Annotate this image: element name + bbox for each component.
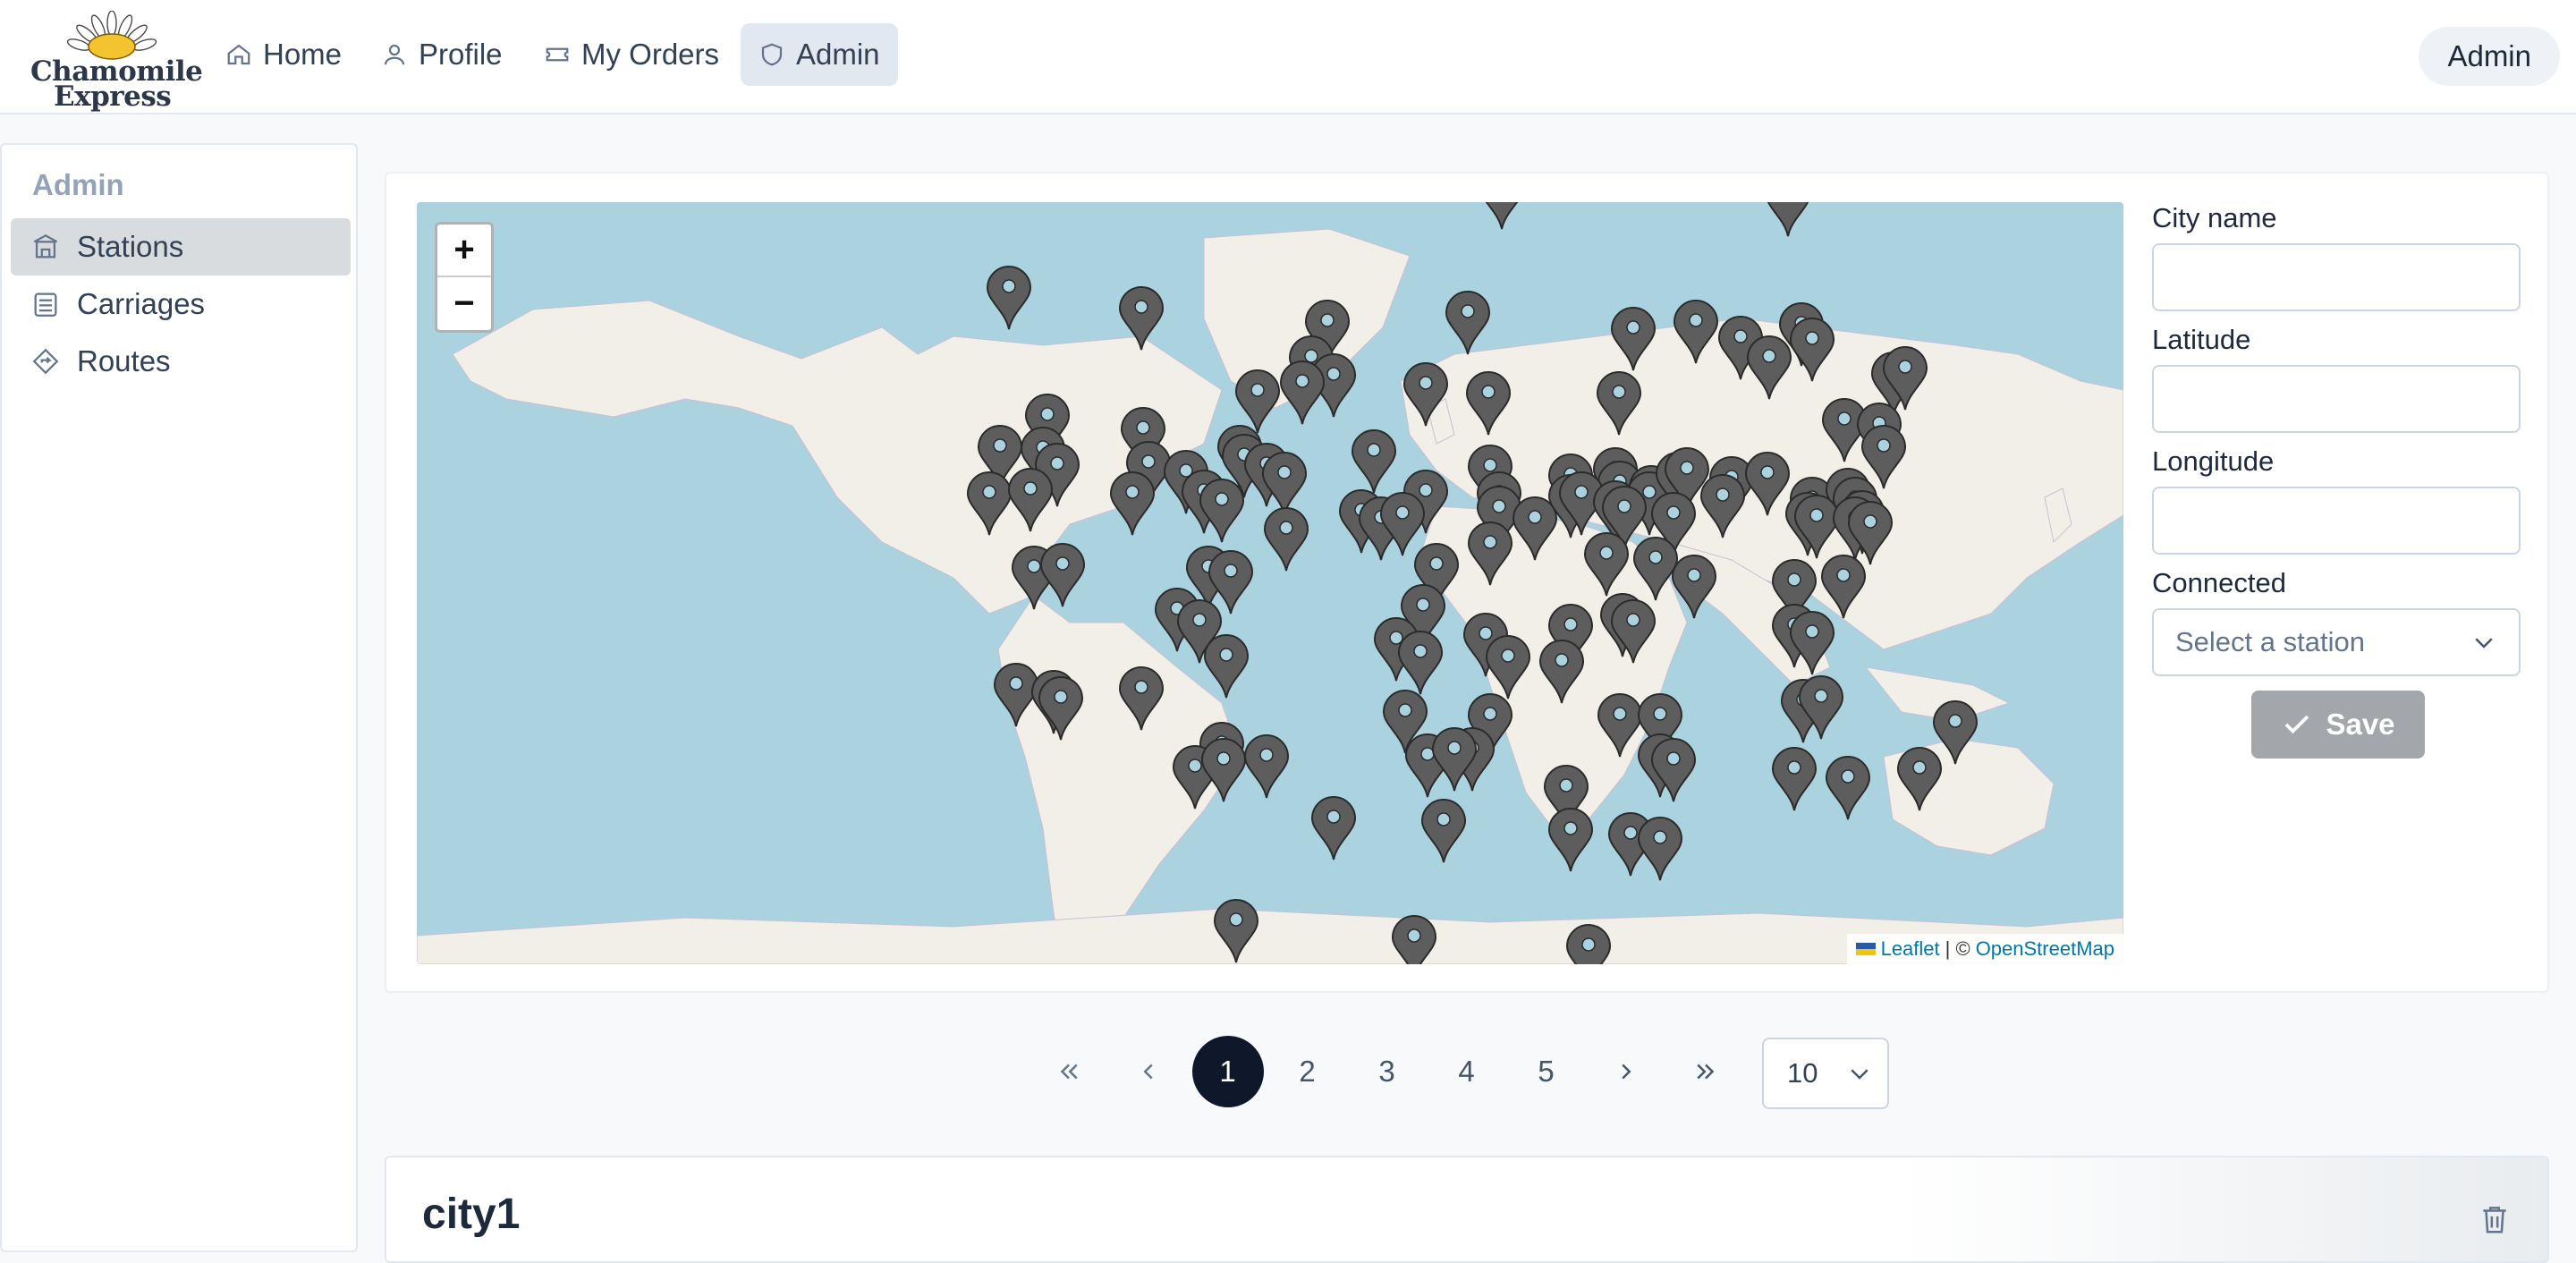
nav-my-orders-label: My Orders [581,38,720,71]
map-tiles[interactable] [417,202,2123,964]
nav-admin-label: Admin [796,38,880,71]
openstreetmap-link[interactable]: OpenStreetMap [1976,937,2114,961]
logo[interactable]: Chamomile Express [27,9,203,113]
user-menu-button[interactable]: Admin [2419,27,2560,86]
logo-text-line2: Express [54,81,172,113]
admin-sidebar: Admin Stations Carriages Routes [0,143,358,1252]
save-button[interactable]: Save [2251,691,2425,759]
shield-icon [761,43,783,66]
page-number: 3 [1378,1055,1395,1088]
page-button-4[interactable]: 4 [1427,1036,1506,1107]
page-number: 2 [1299,1055,1316,1088]
ticket-icon [546,47,569,62]
user-menu-label: Admin [2447,39,2531,72]
first-page-button[interactable] [1029,1036,1108,1107]
station-form: City name Latitude Longitude Connected S… [2152,202,2524,759]
nav-home-label: Home [263,38,343,71]
page-button-2[interactable]: 2 [1267,1036,1347,1107]
page-button-5[interactable]: 5 [1506,1036,1586,1107]
sidebar-item-label: Routes [77,344,171,377]
nav-profile[interactable]: Profile [363,23,521,86]
sidebar-item-carriages[interactable]: Carriages [11,275,351,333]
connected-station-select[interactable]: Select a station [2152,608,2521,676]
per-page-value: 10 [1787,1057,1818,1089]
leaflet-link[interactable]: Leaflet [1881,937,1940,961]
page-number: 4 [1458,1055,1475,1088]
last-page-button[interactable] [1665,1036,1745,1107]
station-marker[interactable] [1565,924,1612,964]
double-chevron-right-icon [1696,1064,1714,1080]
page-number: 1 [1191,1036,1264,1107]
longitude-label: Longitude [2152,445,2275,477]
trash-icon[interactable] [2478,1202,2512,1236]
sidebar-item-label: Stations [77,230,184,263]
pagination: 1 2 3 4 5 [1029,1036,1745,1107]
attribution-separator: | © [1945,937,1970,960]
nav-admin[interactable]: Admin [741,23,898,86]
city-name-label: City name [2152,202,2277,233]
sidebar-item-stations[interactable]: Stations [11,218,351,275]
next-page-button[interactable] [1586,1036,1665,1107]
check-icon [2285,715,2309,734]
zoom-control[interactable]: + − [435,222,494,333]
chevron-down-icon [2475,638,2493,648]
sidebar-title: Admin [32,168,124,201]
station-city-name: city1 [422,1191,521,1238]
station-icon [33,233,58,259]
chevron-right-icon [1621,1064,1631,1080]
map-attribution: Leaflet | © OpenStreetMap [1846,934,2123,964]
zoom-out-button[interactable]: − [437,277,491,330]
nav-profile-label: Profile [419,38,503,71]
stations-map[interactable]: + − Leaflet | © OpenStreetMap [417,202,2123,964]
chevron-down-icon [1851,1069,1868,1080]
per-page-select[interactable]: 10 [1762,1038,1889,1109]
connected-select-placeholder: Select a station [2175,626,2365,657]
station-card: city1 [385,1156,2549,1263]
ukraine-flag-icon [1855,943,1876,955]
user-icon [384,44,405,65]
nav-home[interactable]: Home [208,23,360,86]
double-chevron-left-icon [1060,1064,1078,1080]
nav-my-orders[interactable]: My Orders [526,23,737,86]
station-editor-card: + − Leaflet | © OpenStreetMap City name … [385,172,2549,993]
sidebar-item-label: Carriages [77,287,206,320]
route-icon [32,348,59,375]
home-icon [227,44,250,65]
sidebar-item-routes[interactable]: Routes [11,333,351,390]
city-name-input[interactable] [2152,243,2521,311]
latitude-label: Latitude [2152,324,2251,355]
page-number: 5 [1538,1055,1555,1088]
prev-page-button[interactable] [1108,1036,1188,1107]
page-button-3[interactable]: 3 [1347,1036,1427,1107]
latitude-input[interactable] [2152,365,2521,433]
connected-label: Connected [2152,567,2286,598]
longitude-input[interactable] [2152,487,2521,555]
carriage-icon [34,292,57,317]
zoom-in-button[interactable]: + [437,225,491,277]
save-button-label: Save [2326,708,2395,741]
top-navbar: Chamomile Express Home Profile My Orders… [0,0,2576,114]
page-button-1[interactable]: 1 [1188,1036,1267,1107]
chevron-left-icon [1142,1064,1153,1080]
